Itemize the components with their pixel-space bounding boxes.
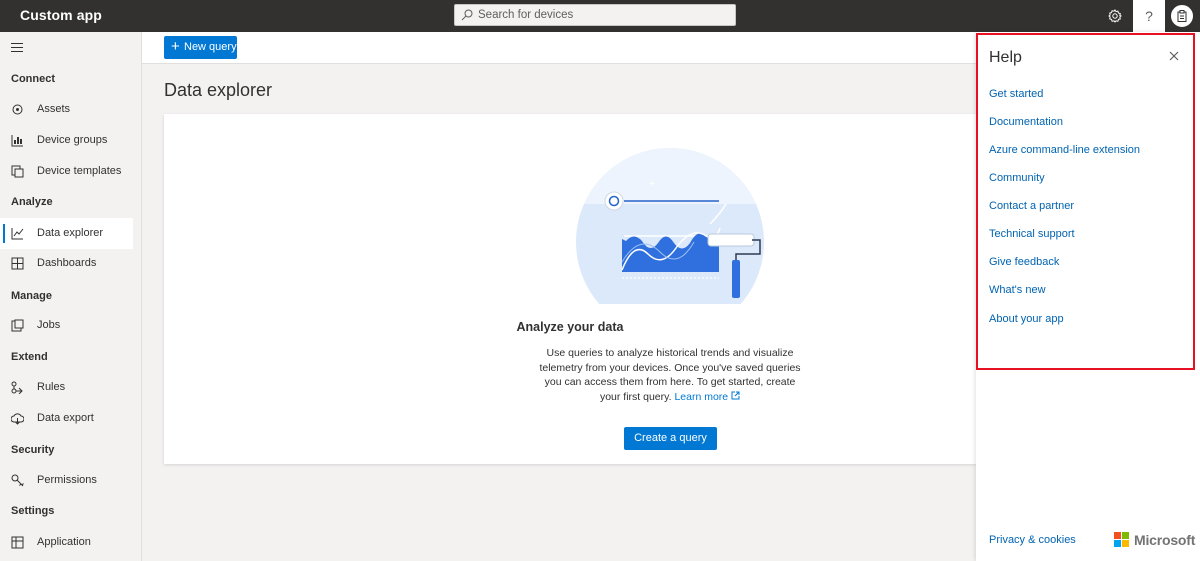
sidebar-item-label: Permissions [37, 474, 97, 486]
help-link-documentation[interactable]: Documentation [989, 116, 1063, 128]
analyze-data-illustration: + [576, 148, 764, 304]
help-link-get-started[interactable]: Get started [989, 88, 1043, 100]
sidebar-item-device-groups[interactable]: Device groups [0, 125, 133, 156]
sidebar-item-application[interactable]: Application [0, 527, 133, 558]
learn-more-label: Learn more [674, 390, 729, 403]
search-placeholder: Search for devices [478, 9, 574, 21]
help-title: Help [989, 49, 1022, 66]
new-query-label: New query [184, 41, 237, 53]
section-extend: Extend [11, 351, 48, 363]
sidebar-item-label: Data explorer [37, 227, 104, 239]
sidebar-item-jobs[interactable]: Jobs [0, 310, 133, 341]
create-query-button[interactable]: Create a query [624, 427, 717, 450]
application-icon [11, 536, 24, 549]
help-panel: Help Get started Documentation Azure com… [976, 32, 1200, 561]
sidebar-item-label: Device templates [37, 165, 122, 177]
help-button[interactable]: ? [1133, 0, 1165, 32]
section-connect: Connect [11, 73, 55, 85]
sidebar-item-label: Rules [37, 381, 66, 393]
close-icon[interactable] [1168, 50, 1180, 62]
new-query-button[interactable]: + New query [164, 36, 237, 59]
sidebar-item-data-export[interactable]: Data export [0, 403, 133, 434]
help-link-community[interactable]: Community [989, 172, 1045, 184]
learn-more-link[interactable]: Learn more [674, 391, 740, 403]
help-link-about-app[interactable]: About your app [989, 313, 1064, 325]
settings-button[interactable] [1099, 0, 1131, 32]
search-input[interactable]: Search for devices [454, 4, 736, 26]
help-link-cli-extension[interactable]: Azure command-line extension [989, 144, 1140, 156]
empty-state-description: Use queries to analyze historical trends… [533, 346, 807, 404]
sidebar-item-rules[interactable]: Rules [0, 372, 133, 403]
avatar [1171, 5, 1193, 27]
svg-text:+: + [648, 179, 656, 189]
clipboard-icon [1177, 10, 1187, 22]
jobs-icon [11, 319, 24, 332]
plus-icon: + [171, 38, 180, 55]
microsoft-wordmark: Microsoft [1134, 532, 1196, 548]
sidebar-item-label: Data export [37, 412, 94, 424]
section-security: Security [11, 444, 55, 456]
section-analyze: Analyze [11, 196, 53, 208]
command-bar: + New query [142, 32, 976, 64]
external-link-icon [731, 391, 740, 399]
rules-icon [11, 381, 23, 394]
privacy-cookies-link[interactable]: Privacy & cookies [989, 534, 1076, 546]
microsoft-logo: Microsoft [1114, 532, 1195, 548]
sidebar: Connect Assets Device groups Device temp… [0, 32, 142, 561]
assets-icon [12, 104, 23, 115]
section-settings: Settings [11, 505, 55, 517]
chart-line-icon [11, 228, 24, 240]
account-button[interactable] [1166, 0, 1198, 32]
help-link-contact-partner[interactable]: Contact a partner [989, 200, 1074, 212]
sidebar-item-label: Jobs [37, 319, 61, 331]
device-groups-icon [11, 135, 23, 147]
empty-state-heading: Analyze your data [516, 320, 624, 334]
sidebar-item-device-templates[interactable]: Device templates [0, 156, 133, 187]
section-manage: Manage [11, 290, 52, 302]
app-title[interactable]: Custom app [20, 7, 102, 23]
sidebar-item-label: Application [37, 536, 91, 548]
gear-icon [1108, 9, 1122, 23]
description-text: Use queries to analyze historical trends… [539, 347, 801, 403]
empty-state-card: + Analyze your data Use queries to analy… [164, 114, 976, 464]
help-link-whats-new[interactable]: What's new [989, 284, 1046, 296]
sidebar-item-permissions[interactable]: Permissions [0, 465, 133, 496]
data-export-icon [11, 413, 24, 425]
help-link-give-feedback[interactable]: Give feedback [989, 256, 1059, 268]
help-link-technical-support[interactable]: Technical support [989, 228, 1075, 240]
sidebar-item-data-explorer[interactable]: Data explorer [0, 218, 133, 249]
sidebar-item-label: Dashboards [37, 257, 97, 269]
sidebar-item-label: Assets [37, 103, 71, 115]
sidebar-item-dashboards[interactable]: Dashboards [0, 248, 133, 279]
page-title: Data explorer [164, 80, 273, 100]
sidebar-item-assets[interactable]: Assets [0, 94, 133, 125]
hamburger-menu-icon[interactable] [11, 43, 23, 52]
help-icon: ? [1145, 8, 1153, 24]
key-icon [11, 474, 24, 487]
search-icon [461, 9, 473, 21]
microsoft-logo-icon [1114, 532, 1130, 548]
device-templates-icon [11, 165, 24, 178]
dashboard-icon [11, 257, 24, 270]
sidebar-item-label: Device groups [37, 134, 108, 146]
top-bar: Custom app Search for devices ? [0, 0, 1200, 32]
